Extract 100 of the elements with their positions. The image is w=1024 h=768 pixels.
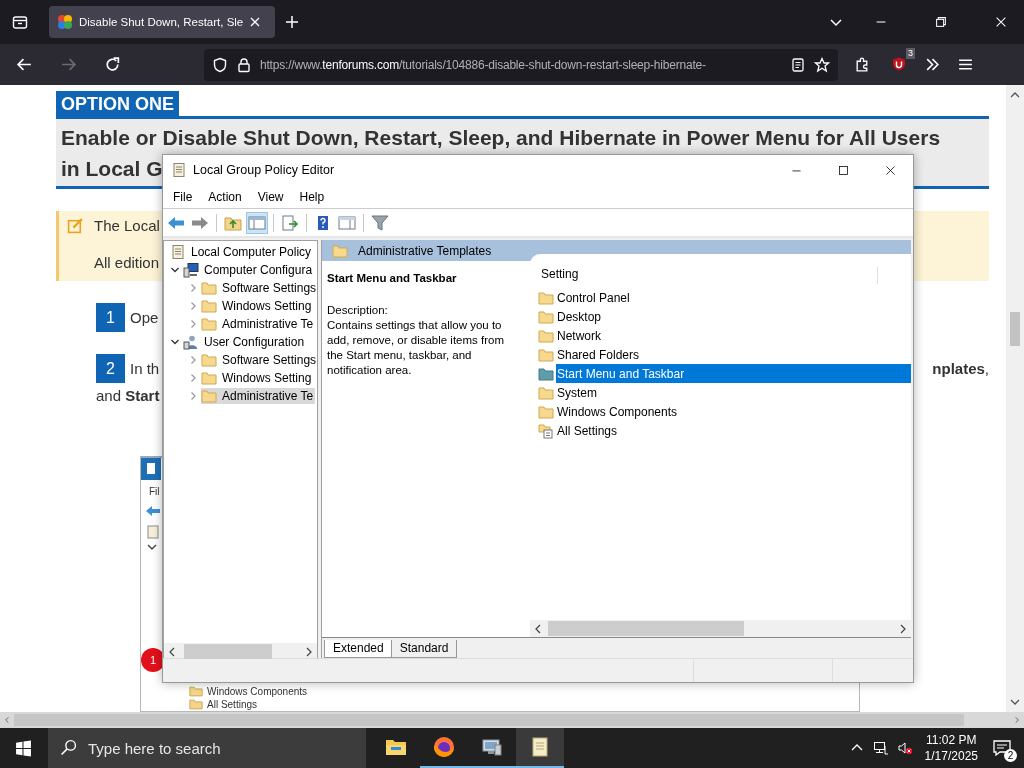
menu-item[interactable]: File xyxy=(173,189,193,204)
list-item[interactable]: Shared Folders xyxy=(556,345,911,364)
window-title: Local Group Policy Editor xyxy=(193,163,335,177)
site-icon xyxy=(57,14,73,30)
scroll-up-icon[interactable] xyxy=(1010,92,1020,98)
list-item[interactable]: Desktop xyxy=(556,307,911,326)
chevron-down-icon[interactable] xyxy=(170,265,180,275)
list-item[interactable]: System xyxy=(556,383,911,402)
chevron-right-icon[interactable] xyxy=(188,301,198,311)
list-item[interactable]: Start Menu and Taskbar xyxy=(556,364,911,383)
folder-icon xyxy=(332,242,348,259)
new-tab-icon[interactable] xyxy=(284,14,300,30)
notification-count: 2 xyxy=(1004,749,1017,762)
chevron-right-icon[interactable] xyxy=(188,319,198,329)
restore-icon[interactable] xyxy=(934,15,948,29)
lock-icon[interactable] xyxy=(236,56,252,73)
view-tab[interactable]: Extended xyxy=(324,640,393,658)
tree-item[interactable]: Computer Configura xyxy=(183,262,315,278)
policy-icon xyxy=(170,244,186,260)
reader-view-icon[interactable] xyxy=(790,56,806,73)
option-label: OPTION ONE xyxy=(56,91,179,116)
tree-item: All Settings xyxy=(207,699,258,710)
vertical-scrollbar[interactable] xyxy=(1006,85,1024,712)
scrollbar-thumb[interactable] xyxy=(1010,312,1020,346)
chevron-down-icon xyxy=(147,543,157,551)
tree-item[interactable]: Windows Setting xyxy=(201,370,314,386)
step-text: and Start xyxy=(96,387,160,404)
step-number: 2 xyxy=(96,354,125,383)
menu-item[interactable]: Help xyxy=(299,189,325,204)
shield-extension-icon[interactable] xyxy=(891,56,907,72)
folder-icon xyxy=(189,686,203,697)
tree-item[interactable]: Windows Setting xyxy=(201,298,314,314)
tree-item[interactable]: Administrative Te xyxy=(201,316,316,332)
maximize-icon[interactable] xyxy=(837,163,850,177)
list-item[interactable]: Control Panel xyxy=(556,288,911,307)
chevron-down-icon[interactable] xyxy=(170,337,180,347)
scrollbar-thumb[interactable] xyxy=(184,644,272,659)
menu-icon[interactable] xyxy=(957,56,974,73)
article-heading: in Local G xyxy=(61,156,163,182)
star-icon[interactable] xyxy=(814,56,830,73)
clock-date[interactable]: 1/17/2025 xyxy=(924,748,978,764)
search-field[interactable]: Type here to search xyxy=(48,728,366,768)
scroll-right-icon[interactable] xyxy=(306,646,312,657)
start-icon[interactable] xyxy=(15,739,32,757)
folder-icon xyxy=(201,370,217,386)
horizontal-scrollbar[interactable] xyxy=(0,712,1024,728)
clock-time[interactable]: 11:02 PM xyxy=(926,732,977,748)
folder-icon xyxy=(538,289,554,306)
tree-item[interactable]: Software Settings xyxy=(201,352,317,368)
tree-item[interactable]: Administrative Te xyxy=(201,388,316,404)
folder-icon xyxy=(538,384,554,401)
settings-list-icon xyxy=(538,422,554,439)
document-icon xyxy=(147,525,159,539)
browser-tab[interactable]: Disable Shut Down, Restart, Sle xyxy=(49,6,275,38)
tree-item[interactable]: Software Settings xyxy=(201,280,317,296)
step-text: In th xyxy=(130,360,160,377)
chevron-right-icon[interactable] xyxy=(188,355,198,365)
note-edit-icon xyxy=(67,217,84,234)
folder-icon xyxy=(201,316,217,332)
step-text: Ope xyxy=(130,309,159,326)
chevron-right-icon[interactable] xyxy=(188,391,198,401)
list-item[interactable]: All Settings xyxy=(556,421,911,440)
step-text: nplates, xyxy=(932,360,989,377)
folder-icon xyxy=(189,699,203,710)
close-icon[interactable] xyxy=(884,163,897,177)
close-icon[interactable] xyxy=(249,16,262,28)
tree-item[interactable]: Local Computer Policy xyxy=(170,244,314,260)
list-item[interactable]: Network xyxy=(556,326,911,345)
column-header[interactable]: Setting xyxy=(541,267,878,284)
shield-icon[interactable] xyxy=(212,56,228,73)
view-tab[interactable]: Standard xyxy=(390,640,458,658)
pane-title: Administrative Templates xyxy=(358,243,492,258)
scroll-left-icon[interactable] xyxy=(535,623,541,634)
scrollbar-thumb[interactable] xyxy=(548,621,744,636)
close-icon[interactable] xyxy=(994,15,1008,29)
folder-icon xyxy=(538,403,554,420)
chevron-right-icon[interactable] xyxy=(188,373,198,383)
tab-title: Disable Shut Down, Restart, Sle xyxy=(79,16,244,28)
scroll-right-icon[interactable] xyxy=(900,623,906,634)
scroll-down-icon[interactable] xyxy=(1010,699,1020,705)
tree-item: Windows Components xyxy=(207,686,308,697)
menu-item[interactable]: Action xyxy=(208,189,242,204)
horizontal-scrollbar[interactable] xyxy=(530,620,911,637)
tab-list-icon[interactable] xyxy=(12,14,28,30)
scroll-left-icon[interactable] xyxy=(169,646,175,657)
tree-item[interactable]: User Configuration xyxy=(183,334,307,350)
folder-icon xyxy=(538,308,554,325)
search-icon xyxy=(60,739,77,756)
overflow-icon[interactable] xyxy=(924,56,941,73)
notepad-app-icon[interactable] xyxy=(516,728,564,768)
chevron-right-icon[interactable] xyxy=(188,283,198,293)
notification-icon[interactable] xyxy=(992,738,1012,758)
muted-speaker-icon[interactable] xyxy=(896,740,913,756)
back-arrow-icon xyxy=(145,505,161,517)
reload-icon[interactable] xyxy=(104,56,121,73)
menu-item[interactable]: View xyxy=(257,189,284,204)
list-item[interactable]: Windows Components xyxy=(556,402,911,421)
back-icon[interactable] xyxy=(16,56,33,73)
folder-icon xyxy=(538,327,554,344)
network-icon[interactable] xyxy=(872,740,889,756)
